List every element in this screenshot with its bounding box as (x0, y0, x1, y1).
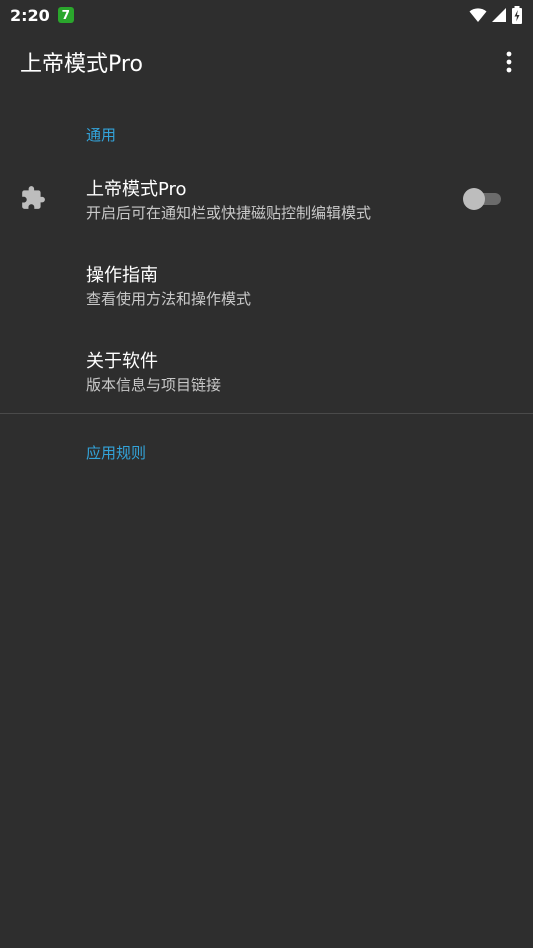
status-bar: 2:20 7 (0, 0, 533, 30)
puzzle-icon (22, 186, 45, 209)
god-mode-switch[interactable] (463, 187, 501, 210)
pref-title: 上帝模式Pro (86, 179, 187, 200)
battery-charging-icon (512, 6, 522, 24)
app-title: 上帝模式Pro (20, 52, 143, 77)
status-left: 2:20 7 (10, 6, 74, 25)
pref-item-god-mode[interactable]: 上帝模式Pro 开启后可在通知栏或快捷磁贴控制编辑模式 (0, 158, 533, 238)
section-divider (0, 413, 533, 414)
status-right (469, 6, 523, 24)
section-header-app-rules: 应用规则 (86, 444, 147, 462)
status-time: 2:20 (10, 5, 50, 25)
notification-app-icon: 7 (57, 7, 74, 23)
signal-icon (492, 8, 506, 22)
switch-thumb (463, 188, 485, 210)
pref-item-about[interactable]: 关于软件 版本信息与项目链接 (0, 330, 533, 410)
section-header-general: 通用 (86, 126, 117, 144)
settings-screen: 2:20 7 上帝模式Pro 通用 上帝模式Pro 开启后可在通知栏或快捷磁贴控… (0, 0, 533, 948)
more-vert-icon (506, 51, 512, 73)
pref-summary: 版本信息与项目链接 (86, 376, 222, 394)
pref-summary: 开启后可在通知栏或快捷磁贴控制编辑模式 (86, 204, 372, 222)
wifi-icon (469, 8, 487, 22)
pref-title: 关于软件 (86, 351, 158, 372)
pref-item-guide[interactable]: 操作指南 查看使用方法和操作模式 (0, 244, 533, 324)
pref-title: 操作指南 (86, 265, 158, 286)
app-bar: 上帝模式Pro (0, 30, 533, 94)
overflow-menu-button[interactable] (497, 42, 521, 82)
pref-summary: 查看使用方法和操作模式 (86, 290, 252, 308)
